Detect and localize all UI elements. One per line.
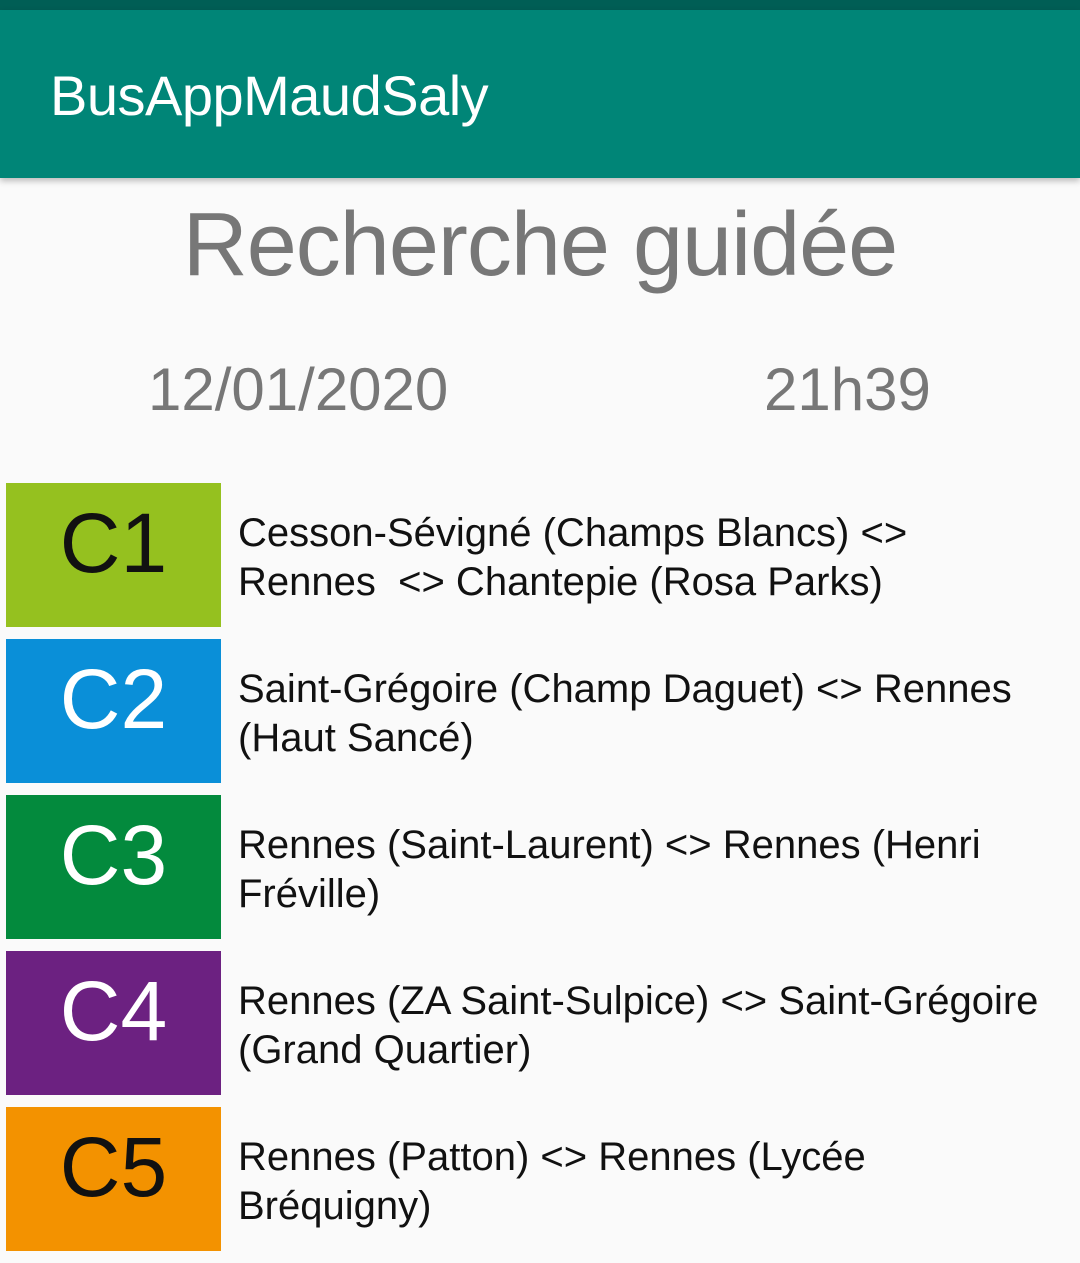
- line-code: C3: [59, 808, 168, 902]
- date-display[interactable]: 12/01/2020: [148, 360, 448, 420]
- line-description: Rennes (Patton) <> Rennes (Lycée Bréquig…: [238, 1135, 866, 1228]
- time-display[interactable]: 21h39: [764, 360, 931, 420]
- line-badge: C1: [6, 483, 221, 627]
- status-bar: [0, 0, 1080, 10]
- line-code: C4: [59, 964, 168, 1058]
- app-bar: BusAppMaudSaly: [0, 10, 1080, 178]
- line-badge: C2: [6, 639, 221, 783]
- line-description: Rennes (Saint-Laurent) <> Rennes (Henri …: [238, 823, 981, 916]
- page-title: Recherche guidée: [182, 195, 899, 295]
- bus-line-item-c4[interactable]: C4 Rennes (ZA Saint-Sulpice) <> Saint-Gr…: [6, 951, 1080, 1095]
- line-badge: C5: [6, 1107, 221, 1251]
- bus-line-item-c2[interactable]: C2 Saint-Grégoire (Champ Daguet) <> Renn…: [6, 639, 1080, 783]
- line-code: C2: [59, 652, 168, 746]
- line-badge: C4: [6, 951, 221, 1095]
- line-code: C1: [59, 496, 168, 590]
- line-code: C5: [59, 1120, 168, 1214]
- bus-line-item-c3[interactable]: C3 Rennes (Saint-Laurent) <> Rennes (Hen…: [6, 795, 1080, 939]
- bus-line-item-c1[interactable]: C1 Cesson-Sévigné (Champs Blancs) <> Ren…: [6, 483, 1080, 627]
- line-description: Cesson-Sévigné (Champs Blancs) <> Rennes…: [238, 511, 908, 604]
- bus-line-item-c5[interactable]: C5 Rennes (Patton) <> Rennes (Lycée Bréq…: [6, 1107, 1080, 1251]
- app-title: BusAppMaudSaly: [50, 64, 489, 127]
- line-description: Saint-Grégoire (Champ Daguet) <> Rennes …: [238, 667, 1012, 760]
- line-description: Rennes (ZA Saint-Sulpice) <> Saint-Grégo…: [238, 979, 1039, 1072]
- bus-line-list: C1 Cesson-Sévigné (Champs Blancs) <> Ren…: [6, 483, 1080, 1263]
- line-badge: C3: [6, 795, 221, 939]
